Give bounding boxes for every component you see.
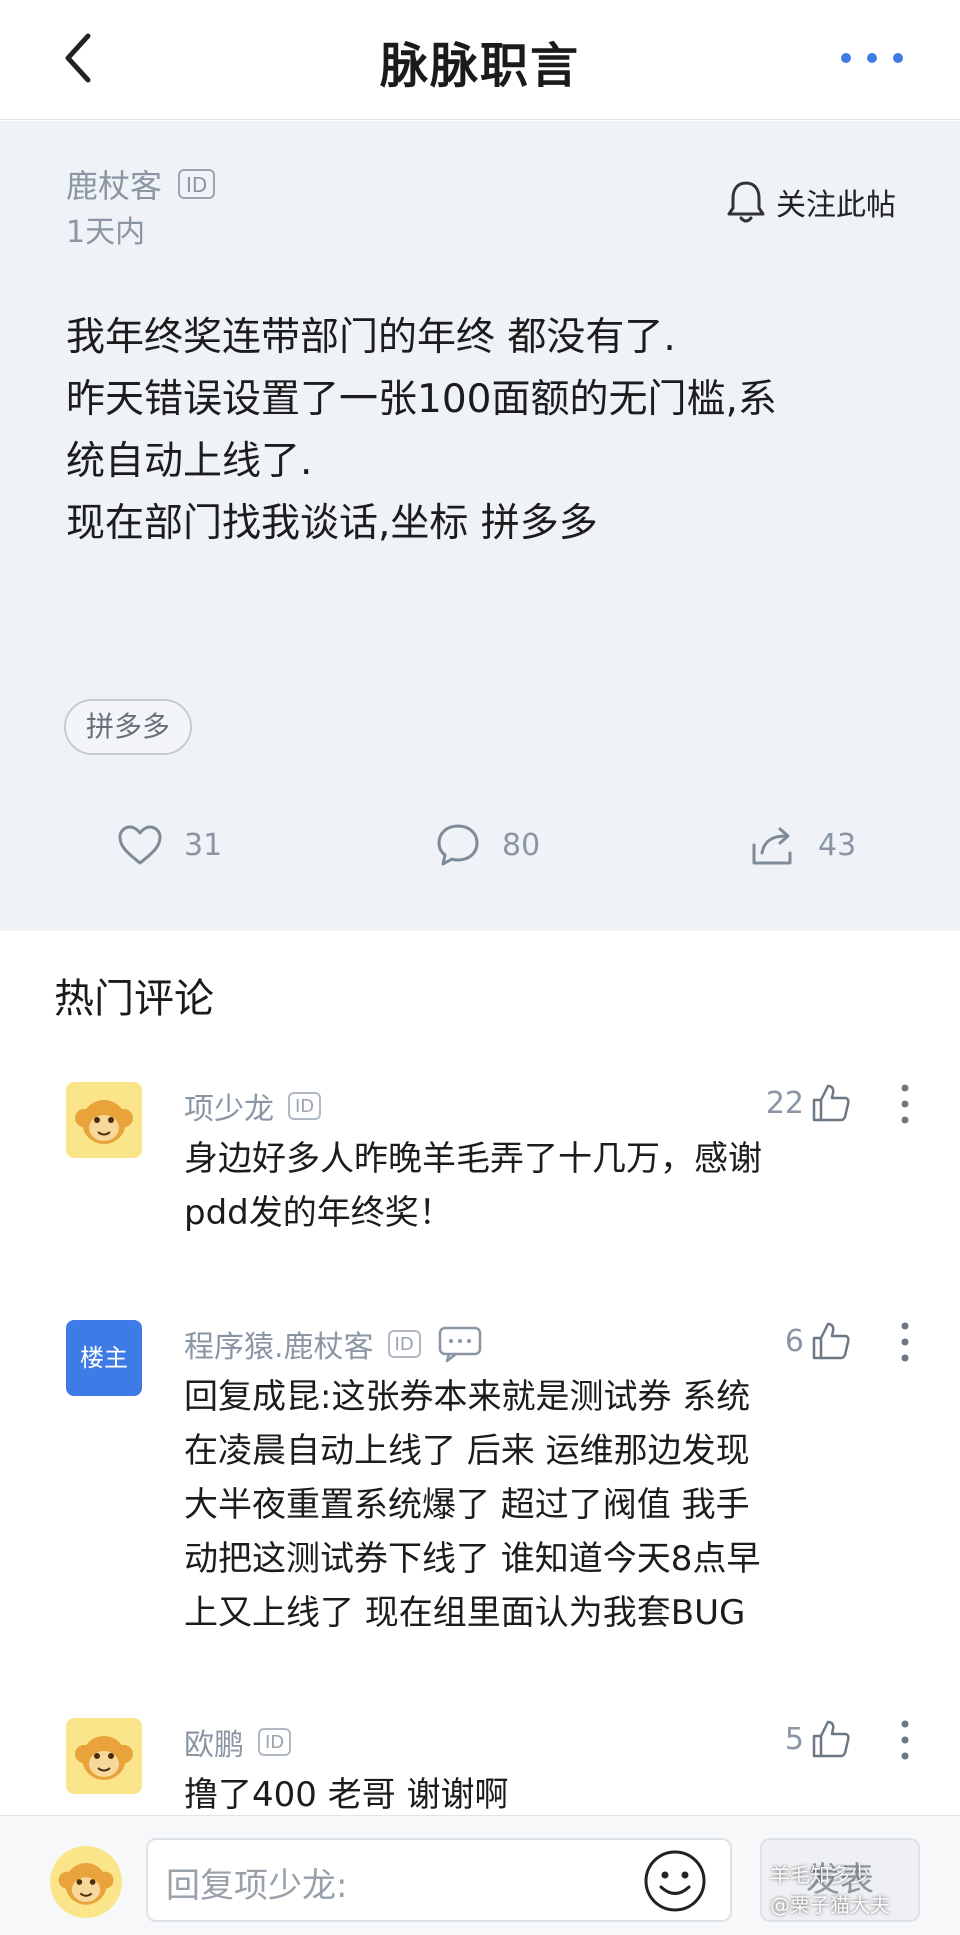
- id-badge: ID: [178, 169, 216, 199]
- watermark: 羊毛知多少 @栗子猫大夫: [770, 1860, 960, 1920]
- comment-like-count: 6: [784, 1323, 804, 1359]
- share-count: 43: [818, 827, 857, 863]
- monkey-avatar-icon: [75, 1100, 133, 1144]
- comment-line: 上又上线了 现在组里面认为我套BUG: [184, 1593, 746, 1633]
- comment-line: 在凌晨自动上线了 后来 运维那边发现: [184, 1431, 750, 1471]
- comment-more-icon[interactable]: [898, 1320, 912, 1364]
- share-icon: [752, 827, 792, 865]
- post-line: 统自动上线了.: [66, 439, 313, 484]
- monkey-avatar-icon: [58, 1863, 114, 1905]
- my-avatar[interactable]: [50, 1846, 122, 1918]
- monkey-avatar-icon: [75, 1736, 133, 1780]
- follow-label: 关注此帖: [776, 188, 896, 223]
- comment-like-count: 22: [765, 1085, 804, 1121]
- page-title: 脉脉职言: [379, 38, 580, 94]
- thumbs-up-icon: [812, 1084, 850, 1122]
- post-author-row: 鹿杖客 ID: [66, 161, 216, 207]
- comment-bubble-icon: [437, 824, 479, 866]
- post-body: 我年终奖连带部门的年终 都没有了. 昨天错误设置了一张100面额的无门槛,系 统…: [66, 307, 886, 555]
- top-bar: 脉脉职言: [0, 0, 960, 120]
- avatar[interactable]: [66, 1082, 142, 1158]
- comment-text: 回复成昆:这张券本来就是测试券 系统 在凌晨自动上线了 后来 运维那边发现 大半…: [184, 1370, 824, 1640]
- like-button[interactable]: 31: [116, 821, 222, 869]
- watermark-line: 羊毛知多少: [770, 1863, 870, 1887]
- commenter-name[interactable]: 项少龙: [184, 1084, 274, 1128]
- comment-line: 回复成昆:这张券本来就是测试券 系统: [184, 1377, 751, 1417]
- owner-avatar[interactable]: 楼主: [66, 1320, 142, 1396]
- comment-line: 撸了400 老哥 谢谢啊: [184, 1775, 509, 1815]
- hot-comments-title: 热门评论: [54, 976, 214, 1022]
- comment-item: 楼主 程序猿.鹿杖客 ID 6 回复成昆:这张券本来就是测试券 系统 在凌晨自动…: [0, 1320, 960, 1633]
- comment-line: pdd发的年终奖！: [184, 1193, 453, 1233]
- thumbs-up-icon: [812, 1322, 850, 1360]
- comment-item: 欧鹏 ID 5 撸了400 老哥 谢谢啊: [0, 1718, 960, 1818]
- id-badge: ID: [288, 1092, 322, 1120]
- comment-more-icon[interactable]: [898, 1718, 912, 1762]
- thumbs-up-icon: [812, 1720, 850, 1758]
- post-card: 鹿杖客 ID 1天内 关注此帖 我年终奖连带部门的年终 都没有了. 昨天错误设置…: [0, 121, 960, 931]
- comment-count: 80: [502, 827, 541, 863]
- message-icon[interactable]: [437, 1325, 483, 1363]
- comment-line: 身边好多人昨晚羊毛弄了十几万，感谢: [184, 1139, 762, 1179]
- post-time: 1天内: [66, 215, 146, 250]
- follow-post-button[interactable]: 关注此帖: [726, 179, 896, 225]
- comment-like-button[interactable]: 5: [785, 1718, 852, 1760]
- commenter-name[interactable]: 欧鹏: [184, 1720, 244, 1764]
- comment-like-count: 5: [784, 1721, 804, 1757]
- comment-more-icon[interactable]: [898, 1082, 912, 1126]
- post-line: 我年终奖连带部门的年终 都没有了.: [66, 315, 676, 360]
- comment-like-button[interactable]: 22: [766, 1082, 852, 1124]
- emoji-icon[interactable]: [642, 1848, 708, 1914]
- heart-icon: [118, 825, 162, 865]
- comment-item: 项少龙 ID 22 身边好多人昨晚羊毛弄了十几万，感谢 pdd发的年终奖！: [0, 1082, 960, 1242]
- id-badge: ID: [387, 1330, 421, 1358]
- reply-placeholder: 回复项少龙:: [166, 1866, 348, 1906]
- avatar[interactable]: [66, 1718, 142, 1794]
- comment-line: 大半夜重置系统爆了 超过了阀值 我手: [184, 1485, 750, 1525]
- topic-tag[interactable]: 拼多多: [64, 699, 193, 755]
- share-button[interactable]: 43: [750, 821, 856, 869]
- comment-text: 撸了400 老哥 谢谢啊: [184, 1768, 824, 1822]
- comment-header: 项少龙 ID: [184, 1082, 322, 1130]
- comment-line: 动把这测试券下线了 谁知道今天8点早: [184, 1539, 761, 1579]
- comment-header: 程序猿.鹿杖客 ID: [184, 1320, 483, 1368]
- like-count: 31: [184, 827, 223, 863]
- commenter-name[interactable]: 程序猿.鹿杖客: [184, 1322, 374, 1366]
- post-line: 昨天错误设置了一张100面额的无门槛,系: [66, 377, 777, 422]
- post-actions: 31 80 43: [0, 821, 960, 881]
- reply-input[interactable]: 回复项少龙:: [146, 1838, 732, 1922]
- post-line: 现在部门找我谈话,坐标 拼多多: [66, 501, 598, 546]
- comment-like-button[interactable]: 6: [785, 1320, 852, 1362]
- post-author-name[interactable]: 鹿杖客: [66, 161, 162, 207]
- comment-text: 身边好多人昨晚羊毛弄了十几万，感谢 pdd发的年终奖！: [184, 1132, 824, 1240]
- comment-button[interactable]: 80: [434, 821, 540, 869]
- more-options-icon[interactable]: [836, 46, 908, 70]
- bell-icon: [727, 181, 765, 223]
- comment-header: 欧鹏 ID: [184, 1718, 292, 1766]
- id-badge: ID: [258, 1728, 292, 1756]
- watermark-line: @栗子猫大夫: [770, 1893, 890, 1917]
